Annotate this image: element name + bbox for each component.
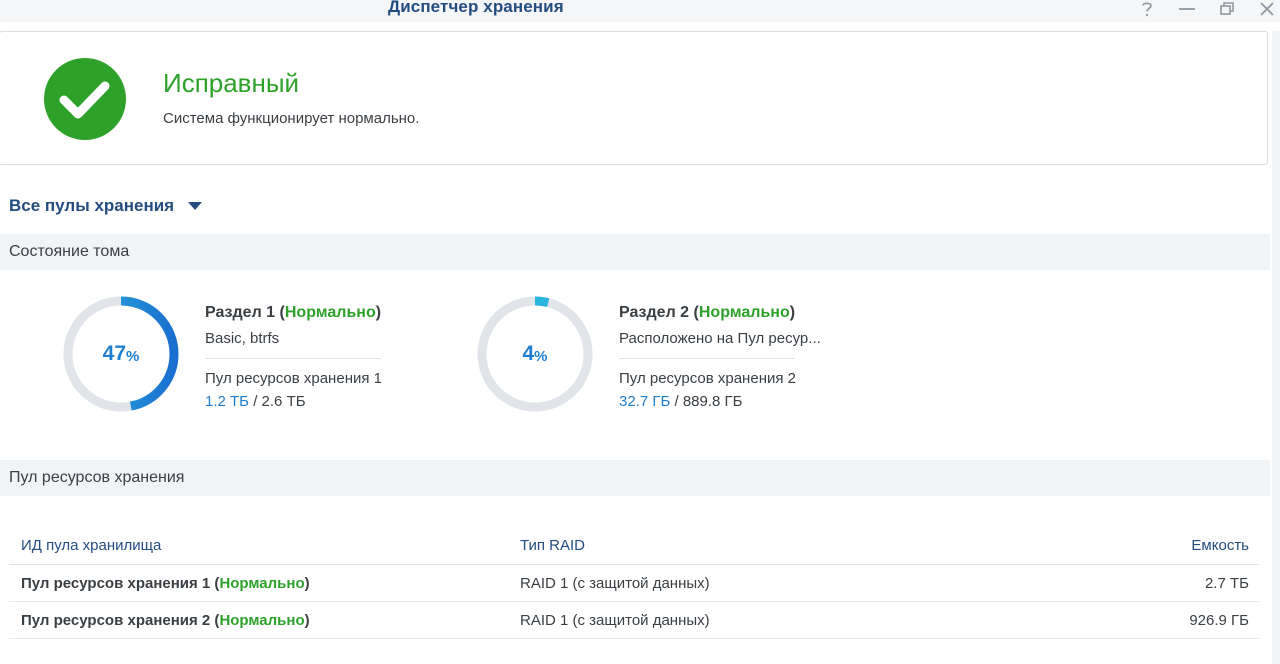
pool-name-cell: Пул ресурсов хранения 1 (Нормально) bbox=[9, 564, 508, 602]
volume-subtitle: Basic, btrfs bbox=[205, 330, 280, 347]
usage-percent-value: 47 bbox=[102, 342, 126, 365]
volume-card[interactable]: 47% Раздел 1 (Нормально) Basic, btrfs Пу… bbox=[57, 290, 457, 430]
total-space: 2.6 ТБ bbox=[261, 393, 306, 410]
check-circle-icon bbox=[44, 58, 126, 140]
help-icon[interactable] bbox=[1136, 0, 1158, 18]
table-row[interactable]: Пул ресурсов хранения 1 (Нормально) RAID… bbox=[9, 564, 1259, 602]
usage-percent: 4% bbox=[471, 290, 599, 418]
storage-pool-title: Пул ресурсов хранения bbox=[9, 469, 185, 486]
pool-filter-label: Все пулы хранения bbox=[9, 196, 175, 215]
volume-status: Нормально bbox=[284, 304, 376, 321]
volume-pool: Пул ресурсов хранения 2 bbox=[619, 370, 796, 387]
divider bbox=[619, 358, 795, 359]
volume-info: Раздел 2 (Нормально) Расположено на Пул … bbox=[619, 304, 879, 410]
raid-type-cell: RAID 1 (с защитой данных) bbox=[508, 601, 1052, 639]
volume-status-title: Состояние тома bbox=[9, 243, 130, 260]
storage-pool-table: ИД пула хранилища Тип RAID Емкость Пул р… bbox=[9, 526, 1259, 639]
minimize-icon[interactable] bbox=[1176, 0, 1198, 18]
pool-status: Нормально bbox=[219, 574, 305, 592]
scrollbar-track[interactable] bbox=[1272, 31, 1280, 664]
table-row[interactable]: Пул ресурсов хранения 2 (Нормально) RAID… bbox=[9, 601, 1259, 639]
health-title: Исправный bbox=[163, 68, 300, 98]
storage-manager-window: Диспетчер хранения Исправный Система фун… bbox=[0, 0, 1280, 664]
caret-down-icon bbox=[188, 201, 203, 210]
close-icon[interactable] bbox=[1256, 0, 1278, 18]
window-title: Диспетчер хранения bbox=[388, 0, 564, 16]
volume-name: Раздел 2 (Нормально) bbox=[619, 304, 796, 321]
volume-pool: Пул ресурсов хранения 1 bbox=[205, 370, 382, 387]
divider bbox=[205, 358, 381, 359]
raid-type-cell: RAID 1 (с защитой данных) bbox=[508, 564, 1052, 602]
column-header-pool-id[interactable]: ИД пула хранилища bbox=[9, 526, 508, 565]
volume-card[interactable]: 4% Раздел 2 (Нормально) Расположено на П… bbox=[471, 290, 871, 430]
used-space: 1.2 ТБ bbox=[205, 393, 250, 410]
usage-percent-sign: % bbox=[126, 347, 140, 365]
health-status-panel: Исправный Система функционирует нормальн… bbox=[0, 31, 1268, 165]
usage-percent-sign: % bbox=[534, 347, 548, 365]
column-header-capacity[interactable]: Емкость bbox=[1051, 526, 1259, 565]
volume-usage: 1.2 ТБ / 2.6 ТБ bbox=[205, 393, 306, 410]
volume-name: Раздел 1 (Нормально) bbox=[205, 304, 382, 321]
total-space: 889.8 ГБ bbox=[682, 393, 743, 410]
title-bar: Диспетчер хранения bbox=[0, 0, 1280, 22]
volume-status-header: Состояние тома bbox=[0, 234, 1270, 270]
column-header-raid-type[interactable]: Тип RAID bbox=[508, 526, 1052, 565]
capacity-cell: 926.9 ГБ bbox=[1051, 601, 1259, 639]
storage-pool-header: Пул ресурсов хранения bbox=[0, 460, 1270, 496]
volume-usage: 32.7 ГБ / 889.8 ГБ bbox=[619, 393, 743, 410]
volume-subtitle: Расположено на Пул ресур... bbox=[619, 330, 821, 347]
pool-filter-dropdown[interactable]: Все пулы хранения bbox=[9, 196, 203, 216]
volume-info: Раздел 1 (Нормально) Basic, btrfs Пул ре… bbox=[205, 304, 465, 410]
table-header-row: ИД пула хранилища Тип RAID Емкость bbox=[9, 526, 1259, 565]
restore-icon[interactable] bbox=[1216, 0, 1238, 18]
usage-percent-value: 4 bbox=[522, 342, 535, 365]
capacity-cell: 2.7 ТБ bbox=[1051, 564, 1259, 602]
pool-status: Нормально bbox=[219, 611, 305, 629]
used-space: 32.7 ГБ bbox=[619, 393, 671, 410]
volume-status: Нормально bbox=[698, 304, 790, 321]
usage-percent: 47% bbox=[57, 290, 185, 418]
pool-name-cell: Пул ресурсов хранения 2 (Нормально) bbox=[9, 601, 508, 639]
health-description: Система функционирует нормально. bbox=[163, 110, 420, 127]
